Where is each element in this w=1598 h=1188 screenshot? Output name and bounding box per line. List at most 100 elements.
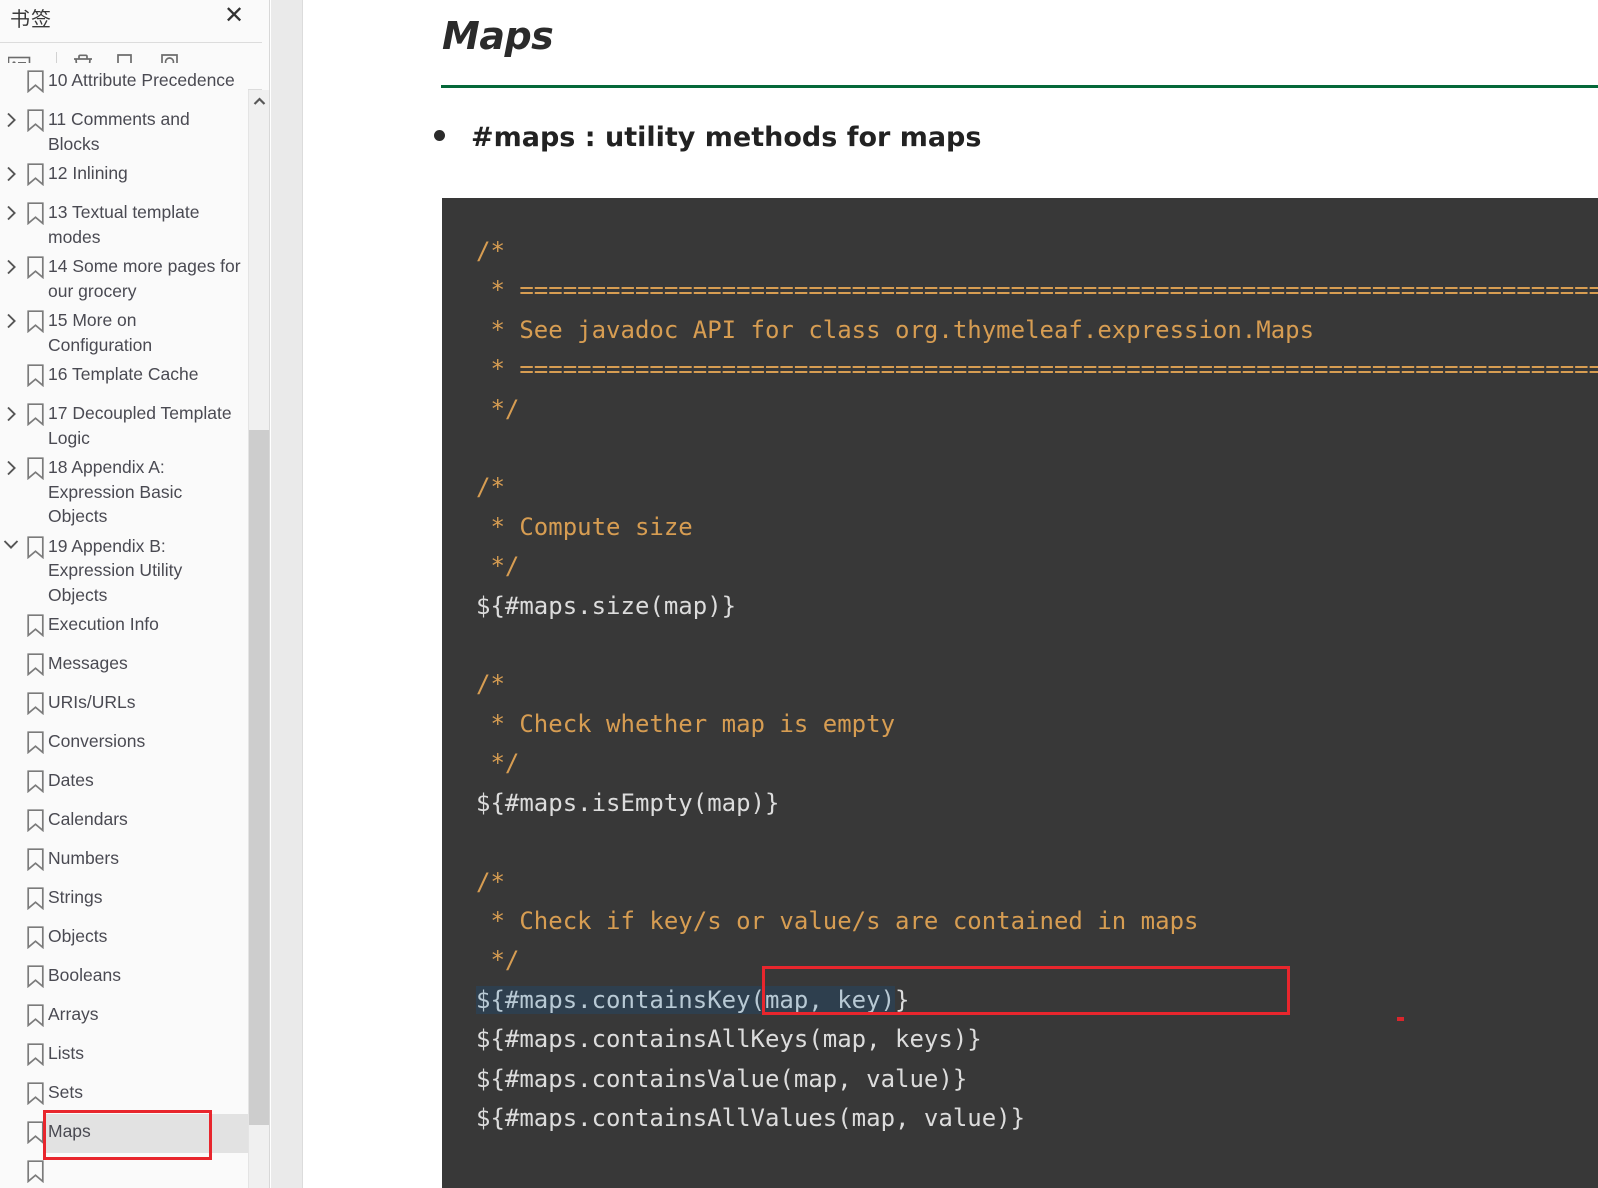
bookmark-item[interactable]: Booleans xyxy=(0,958,248,997)
bookmark-item[interactable]: 15 More on Configuration xyxy=(0,303,248,357)
bookmark-glyph xyxy=(26,109,44,132)
bookmark-glyph xyxy=(26,653,44,676)
bookmark-glyph xyxy=(26,1121,44,1144)
code-comment: /* xyxy=(476,473,505,502)
chevron-right-icon[interactable] xyxy=(6,460,17,476)
bookmark-item-label: 14 Some more pages for our grocery xyxy=(48,256,241,301)
bookmark-item-label: Arrays xyxy=(48,1004,99,1024)
bookmark-glyph xyxy=(26,1160,44,1183)
expand-toggle-open[interactable] xyxy=(0,529,22,550)
bookmark-item[interactable]: 10 Attribute Precedence xyxy=(0,63,248,102)
code-comment: * ======================================… xyxy=(476,276,1598,305)
bookmark-glyph xyxy=(26,364,44,387)
code-expression: ${#maps.isEmpty(map)} xyxy=(476,788,780,817)
bookmark-item[interactable]: 18 Appendix A: Expression Basic Objects xyxy=(0,450,248,529)
bookmark-item[interactable] xyxy=(0,1153,248,1188)
bookmark-item[interactable]: Calendars xyxy=(0,802,248,841)
code-comment: * Check if key/s or value/s are containe… xyxy=(476,906,1199,935)
page-title: 书签 xyxy=(10,7,52,31)
bookmark-item[interactable]: Strings xyxy=(0,880,248,919)
chevron-right-icon[interactable] xyxy=(6,166,17,182)
code-sample-block[interactable]: /* * ===================================… xyxy=(442,198,1598,1188)
bookmark-item-label: 13 Textual template modes xyxy=(48,202,200,247)
bookmark-item-label xyxy=(48,1153,52,1158)
scrollbar-thumb[interactable] xyxy=(249,430,269,1125)
bookmark-item[interactable]: Execution Info xyxy=(0,607,248,646)
bookmark-glyph xyxy=(26,1082,44,1105)
expand-toggle-closed[interactable] xyxy=(0,195,22,221)
bookmark-icon xyxy=(22,1114,48,1144)
bookmark-icon xyxy=(22,303,48,333)
bookmark-item[interactable]: URIs/URLs xyxy=(0,685,248,724)
bookmark-glyph xyxy=(26,692,44,715)
bookmark-item[interactable]: Objects xyxy=(0,919,248,958)
selected-code-text[interactable]: ${#maps.containsKey(map, key) xyxy=(476,985,896,1014)
bookmark-item[interactable]: 12 Inlining xyxy=(0,156,248,195)
expand-toggle-closed[interactable] xyxy=(0,450,22,476)
sidebar-splitter[interactable] xyxy=(271,0,561,1188)
bookmark-glyph xyxy=(26,256,44,279)
bookmark-item-label: 15 More on Configuration xyxy=(48,310,153,355)
scroll-up-icon[interactable] xyxy=(249,90,269,112)
bookmark-item-label: 17 Decoupled Template Logic xyxy=(48,403,232,448)
code-comment: /* xyxy=(476,670,505,699)
expand-toggle-closed[interactable] xyxy=(0,396,22,422)
chevron-right-icon[interactable] xyxy=(6,259,17,275)
bookmark-item[interactable]: 11 Comments and Blocks xyxy=(0,102,248,156)
code-text[interactable]: /* * ===================================… xyxy=(476,232,1598,1138)
code-comment: */ xyxy=(476,552,520,581)
bookmark-item-label: Messages xyxy=(48,653,128,673)
document-viewer: Maps #maps : utility methods for maps /*… xyxy=(304,0,1598,1188)
expand-toggle-empty xyxy=(0,63,22,73)
chevron-down-icon[interactable] xyxy=(3,539,19,550)
bookmark-item[interactable]: Lists xyxy=(0,1036,248,1075)
bookmark-item[interactable]: Dates xyxy=(0,763,248,802)
bookmark-item[interactable]: Numbers xyxy=(0,841,248,880)
bookmark-item[interactable]: 14 Some more pages for our grocery xyxy=(0,249,248,303)
bookmark-item[interactable]: Conversions xyxy=(0,724,248,763)
expand-toggle-closed[interactable] xyxy=(0,102,22,128)
bookmark-item-selected[interactable]: Maps xyxy=(0,1114,248,1153)
close-icon[interactable]: ✕ xyxy=(219,0,249,32)
bookmark-item-label: Execution Info xyxy=(48,614,159,634)
chevron-right-icon[interactable] xyxy=(6,313,17,329)
bookmark-item[interactable]: Sets xyxy=(0,1075,248,1114)
bookmark-icon xyxy=(22,607,48,637)
bookmark-glyph xyxy=(26,70,44,93)
bookmark-glyph xyxy=(26,310,44,333)
chevron-right-icon[interactable] xyxy=(6,205,17,221)
expand-toggle-closed[interactable] xyxy=(0,156,22,182)
code-comment: */ xyxy=(476,749,520,778)
bookmark-item[interactable]: Arrays xyxy=(0,997,248,1036)
bookmark-item-label: 19 Appendix B: Expression Utility Object… xyxy=(48,535,183,605)
bookmark-icon xyxy=(22,646,48,676)
chevron-right-icon[interactable] xyxy=(6,406,17,422)
bookmark-glyph xyxy=(26,848,44,871)
bookmark-glyph xyxy=(26,887,44,910)
code-expression: ${#maps.containsValue(map, value)} xyxy=(476,1064,968,1093)
bookmark-item[interactable]: Messages xyxy=(0,646,248,685)
code-expression: ${#maps.size(map)} xyxy=(476,591,737,620)
code-expression: } xyxy=(895,985,910,1014)
bookmarks-tree[interactable]: 10 Attribute Precedence 11 Comments and B… xyxy=(0,63,248,1188)
bookmark-icon xyxy=(22,997,48,1027)
sidebar-scrollbar[interactable] xyxy=(248,90,269,1188)
bookmark-item-label: Numbers xyxy=(48,848,119,868)
code-expression: ${#maps.containsAllKeys(map, keys)} xyxy=(476,1025,982,1054)
chevron-up-glyph xyxy=(253,96,266,105)
expand-toggle-closed[interactable] xyxy=(0,249,22,275)
chevron-right-icon[interactable] xyxy=(6,112,17,128)
bookmark-glyph xyxy=(26,614,44,637)
bookmark-item-label: 11 Comments and Blocks xyxy=(48,109,190,154)
bookmark-item[interactable]: 16 Template Cache xyxy=(0,357,248,396)
bookmark-item-label: Dates xyxy=(48,770,94,790)
bookmark-item-label: Maps xyxy=(48,1121,91,1141)
bookmark-glyph xyxy=(26,926,44,949)
bookmark-item[interactable]: 13 Textual template modes xyxy=(0,195,248,249)
bookmark-item[interactable]: 17 Decoupled Template Logic xyxy=(0,396,248,450)
bookmark-glyph xyxy=(26,403,44,426)
code-expression: ${#maps.containsAllValues(map, value)} xyxy=(476,1103,1026,1132)
bookmark-item-label: URIs/URLs xyxy=(48,692,136,712)
expand-toggle-closed[interactable] xyxy=(0,303,22,329)
bookmark-item[interactable]: 19 Appendix B: Expression Utility Object… xyxy=(0,529,248,608)
